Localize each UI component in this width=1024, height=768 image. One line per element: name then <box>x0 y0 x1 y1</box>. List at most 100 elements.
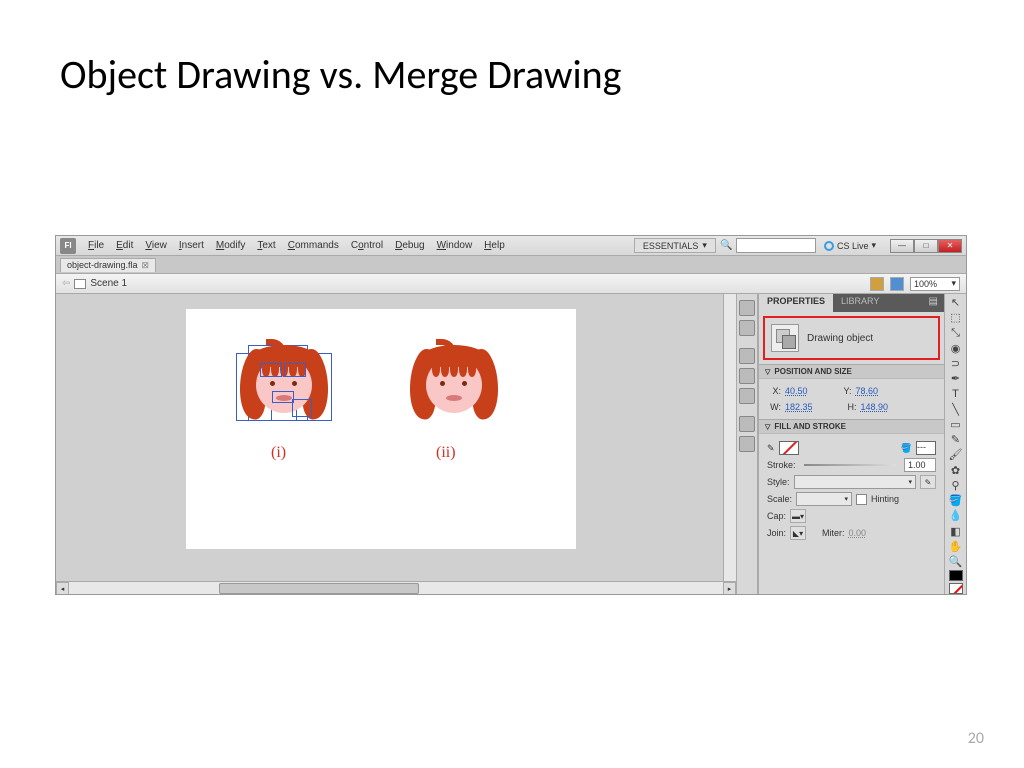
deco-tool-icon[interactable]: ✿ <box>947 464 965 477</box>
y-value[interactable]: 78.60 <box>856 386 879 396</box>
menu-debug[interactable]: Debug <box>389 240 430 251</box>
h-label: H: <box>843 402 857 412</box>
x-value[interactable]: 40.50 <box>785 386 808 396</box>
maximize-button[interactable]: □ <box>914 239 938 253</box>
menu-window[interactable]: Window <box>431 240 479 251</box>
canvas-label-ii: (ii) <box>436 444 456 462</box>
dock-icon[interactable] <box>739 436 755 452</box>
dock-icon[interactable] <box>739 348 755 364</box>
cap-dropdown[interactable]: ▬▾ <box>790 509 806 523</box>
dock-icon[interactable] <box>739 300 755 316</box>
object-header: Drawing object <box>763 316 940 360</box>
miter-label: Miter: <box>822 528 845 538</box>
bucket-tool-icon[interactable]: 🪣 <box>947 494 965 507</box>
stroke-label: Stroke: <box>767 460 796 470</box>
scroll-left-icon[interactable]: ◂ <box>56 582 69 594</box>
selection-tool-icon[interactable]: ↖ <box>947 296 965 309</box>
join-label: Join: <box>767 528 786 538</box>
style-label: Style: <box>767 477 790 487</box>
style-edit-icon[interactable]: ✎ <box>920 475 936 489</box>
section-position-size[interactable]: ▽POSITION AND SIZE <box>759 364 944 379</box>
selection-box[interactable] <box>292 399 312 417</box>
workspace-switcher[interactable]: ESSENTIALS▾ <box>634 238 716 253</box>
hinting-checkbox[interactable] <box>856 494 867 505</box>
brush-tool-icon[interactable]: 🖌 <box>947 448 965 461</box>
fill-swatch[interactable] <box>949 583 963 594</box>
zoom-input[interactable]: 100%▾ <box>910 277 960 291</box>
canvas[interactable]: (i) (ii) <box>186 309 576 549</box>
edit-symbols-icon[interactable] <box>890 277 904 291</box>
h-value[interactable]: 148.90 <box>861 402 889 412</box>
menu-help[interactable]: Help <box>478 240 511 251</box>
menu-modify[interactable]: Modify <box>210 240 251 251</box>
tab-close-icon[interactable]: ⊠ <box>142 260 150 271</box>
hand-tool-icon[interactable]: ✋ <box>947 540 965 553</box>
selection-box[interactable] <box>260 363 282 377</box>
properties-panel: PROPERTIES LIBRARY ▤ Drawing object ▽POS… <box>758 294 944 594</box>
miter-value[interactable]: 0.00 <box>849 528 867 538</box>
dock-icon[interactable] <box>739 388 755 404</box>
menu-view[interactable]: View <box>139 240 173 251</box>
fill-color-swatch[interactable]: --- <box>916 441 936 455</box>
panel-menu-icon[interactable]: ▤ <box>923 294 944 312</box>
stroke-swatch[interactable] <box>949 570 963 581</box>
tab-properties[interactable]: PROPERTIES <box>759 294 833 312</box>
hinting-label: Hinting <box>871 494 899 504</box>
stroke-value[interactable]: 1.00 <box>904 458 936 472</box>
zoom-tool-icon[interactable]: 🔍 <box>947 555 965 568</box>
artwork-eye <box>292 381 297 386</box>
menu-text[interactable]: Text <box>251 240 281 251</box>
stroke-color-swatch[interactable] <box>779 441 799 455</box>
rectangle-tool-icon[interactable]: ▭ <box>947 418 965 431</box>
subselection-tool-icon[interactable]: ⬚ <box>947 311 965 324</box>
stroke-slider[interactable] <box>804 464 896 466</box>
artwork-eye <box>462 381 467 386</box>
free-transform-tool-icon[interactable]: ⤡ <box>947 326 965 339</box>
tab-library[interactable]: LIBRARY <box>833 294 887 312</box>
style-dropdown[interactable] <box>794 475 916 489</box>
pen-tool-icon[interactable]: ✒ <box>947 372 965 385</box>
menu-edit[interactable]: Edit <box>110 240 139 251</box>
line-tool-icon[interactable]: ╲ <box>947 403 965 416</box>
eraser-tool-icon[interactable]: ◧ <box>947 525 965 538</box>
join-dropdown[interactable]: ◣▾ <box>790 526 806 540</box>
minimize-button[interactable]: — <box>890 239 914 253</box>
dock-icon[interactable] <box>739 368 755 384</box>
text-tool-icon[interactable]: T <box>947 387 965 400</box>
scene-name[interactable]: Scene 1 <box>90 278 127 289</box>
artwork-eye <box>270 381 275 386</box>
canvas-label-i: (i) <box>271 444 286 462</box>
panel-dock <box>736 294 758 594</box>
scale-dropdown[interactable] <box>796 492 852 506</box>
selection-box[interactable] <box>284 363 306 377</box>
tools-panel: ↖ ⬚ ⤡ ◉ ⊃ ✒ T ╲ ▭ ✎ 🖌 ✿ ⚲ 🪣 💧 ◧ ✋ 🔍 <box>944 294 966 594</box>
scale-label: Scale: <box>767 494 792 504</box>
dock-icon[interactable] <box>739 416 755 432</box>
eyedropper-tool-icon[interactable]: 💧 <box>947 509 965 522</box>
scroll-thumb[interactable] <box>219 583 419 594</box>
menu-insert[interactable]: Insert <box>173 240 210 251</box>
pencil-icon: ✎ <box>767 443 775 454</box>
pencil-tool-icon[interactable]: ✎ <box>947 433 965 446</box>
close-button[interactable]: ✕ <box>938 239 962 253</box>
menu-file[interactable]: File <box>82 240 110 251</box>
bone-tool-icon[interactable]: ⚲ <box>947 479 965 492</box>
menu-control[interactable]: Control <box>345 240 389 251</box>
cslive-button[interactable]: CS Live▾ <box>820 240 880 251</box>
edit-scene-icon[interactable] <box>870 277 884 291</box>
stage-area[interactable]: (i) (ii) ◂ ▸ <box>56 294 736 594</box>
y-label: Y: <box>838 386 852 396</box>
scene-bar: ⇦ Scene 1 100%▾ <box>56 274 966 294</box>
document-tab[interactable]: object-drawing.fla ⊠ <box>60 258 156 272</box>
scroll-right-icon[interactable]: ▸ <box>723 582 736 594</box>
vertical-scrollbar[interactable] <box>723 294 736 581</box>
cslive-icon <box>824 241 834 251</box>
dock-icon[interactable] <box>739 320 755 336</box>
menu-commands[interactable]: Commands <box>282 240 345 251</box>
search-input[interactable] <box>736 238 816 253</box>
3d-rotate-tool-icon[interactable]: ◉ <box>947 342 965 355</box>
horizontal-scrollbar[interactable]: ◂ ▸ <box>56 581 736 594</box>
section-fill-stroke[interactable]: ▽FILL AND STROKE <box>759 419 944 434</box>
lasso-tool-icon[interactable]: ⊃ <box>947 357 965 370</box>
w-value[interactable]: 182.35 <box>785 402 813 412</box>
